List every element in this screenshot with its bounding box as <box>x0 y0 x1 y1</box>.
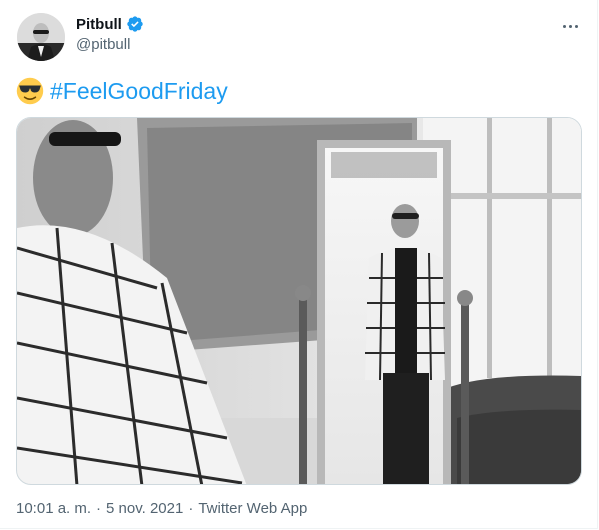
author-handle[interactable]: @pitbull <box>76 36 130 53</box>
meta-separator: · <box>188 500 194 517</box>
author-name[interactable]: Pitbull <box>76 16 122 33</box>
avatar-photo <box>17 13 65 61</box>
more-options-icon[interactable] <box>555 16 585 36</box>
verified-badge-icon <box>127 16 143 32</box>
photo-image <box>17 118 581 484</box>
meta-separator: · <box>96 500 102 517</box>
tweet-photo[interactable] <box>16 117 582 485</box>
hashtag-link[interactable]: #FeelGoodFriday <box>50 78 228 105</box>
sunglasses-emoji <box>16 77 44 105</box>
tweet-source[interactable]: Twitter Web App <box>198 500 307 517</box>
avatar[interactable] <box>17 13 65 61</box>
tweet-time[interactable]: 10:01 a. m. <box>16 500 91 517</box>
tweet-meta: 10:01 a. m. · 5 nov. 2021 · Twitter Web … <box>16 500 307 517</box>
tweet-text: #FeelGoodFriday <box>16 74 228 108</box>
tweet-card: Pitbull @pitbull #FeelGoodFriday 10:01 a… <box>0 0 598 529</box>
author-name-row: Pitbull <box>76 13 144 35</box>
tweet-date[interactable]: 5 nov. 2021 <box>106 500 183 517</box>
